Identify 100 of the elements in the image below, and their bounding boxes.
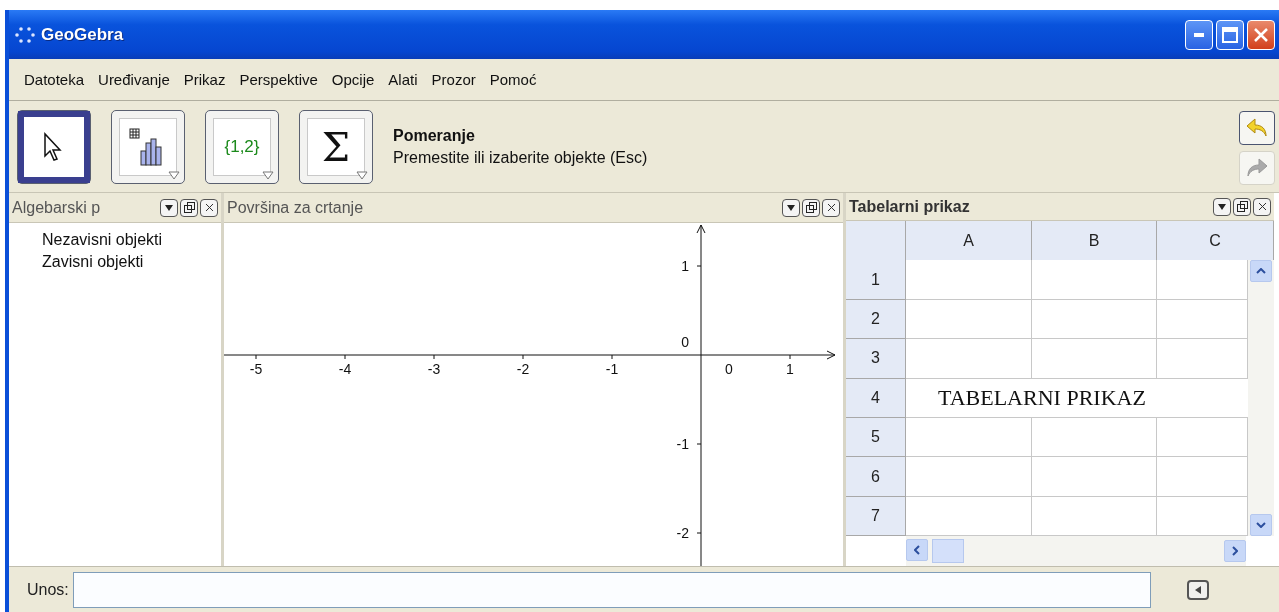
- row-header[interactable]: 7: [846, 496, 906, 537]
- menu-item[interactable]: Uređivanje: [91, 71, 177, 88]
- column-header[interactable]: C: [1157, 221, 1274, 263]
- minimize-button[interactable]: [1185, 19, 1213, 50]
- restore-icon: [183, 202, 195, 213]
- close-button[interactable]: [822, 198, 840, 217]
- maximize-icon: [1222, 26, 1238, 43]
- row-header[interactable]: 4: [846, 378, 906, 418]
- input-label: Unos:: [27, 580, 69, 599]
- close-button[interactable]: [1253, 197, 1271, 216]
- tree-item[interactable]: Zavisni objekti: [9, 251, 221, 273]
- caret-icon: [168, 170, 180, 180]
- table-cell[interactable]: [906, 418, 1032, 458]
- table-cell[interactable]: [1157, 339, 1248, 379]
- table-cell[interactable]: [1032, 260, 1157, 300]
- table-cell[interactable]: [906, 260, 1032, 300]
- menu-item[interactable]: Datoteka: [17, 71, 92, 88]
- table-cell[interactable]: [1157, 299, 1248, 340]
- scroll-right-button[interactable]: [1224, 540, 1246, 563]
- undock-button[interactable]: [1233, 197, 1251, 216]
- tick-label: 1: [681, 258, 689, 274]
- tick-label: 1: [786, 361, 794, 377]
- restore-icon: [1236, 201, 1248, 212]
- undo-button[interactable]: [1239, 111, 1275, 145]
- tick-mark: [611, 354, 613, 360]
- close-icon: [1257, 202, 1267, 211]
- window-title: GeoGebra: [41, 24, 125, 45]
- table-cell[interactable]: [906, 496, 1032, 537]
- close-icon: [204, 203, 214, 212]
- input-field[interactable]: [72, 571, 1151, 608]
- dropdown-button[interactable]: [1213, 197, 1231, 216]
- tool-button[interactable]: [111, 109, 185, 184]
- panel-title: Površina za crtanje: [227, 198, 365, 217]
- close-icon: [826, 203, 836, 212]
- row-header[interactable]: 2: [846, 299, 906, 340]
- triangle-left-icon: [1194, 585, 1201, 594]
- caret-icon: [262, 170, 274, 180]
- table-cell[interactable]: [906, 457, 1032, 497]
- chevron-down-icon: [1256, 522, 1266, 529]
- tool-button[interactable]: {1,2}: [205, 109, 279, 184]
- table-cell[interactable]: [1157, 496, 1248, 537]
- table-cell[interactable]: [1157, 260, 1248, 300]
- menu-item[interactable]: Opcije: [324, 71, 382, 88]
- scroll-down-button[interactable]: [1250, 514, 1272, 537]
- column-header[interactable]: B: [1032, 221, 1157, 263]
- tick-label: 0: [681, 334, 689, 350]
- tree-item[interactable]: Nezavisni objekti: [9, 229, 221, 251]
- tick-mark: [344, 354, 346, 360]
- menu-item[interactable]: Prikaz: [176, 71, 233, 88]
- tick-mark: [696, 532, 702, 534]
- row-header[interactable]: 1: [846, 260, 906, 300]
- tool-button[interactable]: Σ: [299, 109, 373, 184]
- row-header[interactable]: 6: [846, 457, 906, 497]
- redo-icon: [1245, 157, 1269, 179]
- tool-name: Pomeranje: [393, 126, 476, 145]
- chevron-up-icon: [1256, 268, 1266, 275]
- table-cell[interactable]: [1157, 418, 1248, 458]
- chevron-right-icon: [1232, 546, 1238, 557]
- caret-icon: [356, 170, 368, 180]
- menu-item[interactable]: Pomoć: [482, 71, 544, 88]
- row-header[interactable]: 5: [846, 418, 906, 458]
- chevron-left-icon: [914, 545, 920, 556]
- dropdown-button[interactable]: [160, 198, 178, 217]
- table-cell[interactable]: [1157, 457, 1248, 497]
- undo-icon: [1245, 117, 1269, 139]
- undock-button[interactable]: [180, 198, 198, 217]
- scroll-thumb[interactable]: [932, 539, 964, 564]
- panel-title: Tabelarni prikaz: [849, 197, 971, 216]
- row-header[interactable]: 3: [846, 339, 906, 379]
- corner-cell: [846, 221, 906, 263]
- menu-item[interactable]: Alati: [381, 71, 425, 88]
- scroll-up-button[interactable]: [1250, 260, 1272, 283]
- table-cell[interactable]: [1032, 457, 1157, 497]
- tool-button[interactable]: [17, 109, 91, 184]
- panel-title: Algebarski p: [12, 198, 102, 217]
- menu-item[interactable]: Perspektive: [232, 71, 325, 88]
- table-cell[interactable]: [1032, 418, 1157, 458]
- dropdown-button[interactable]: [782, 198, 800, 217]
- keyboard-toggle-button[interactable]: [1186, 579, 1209, 600]
- horizontal-scrollbar[interactable]: [906, 536, 1246, 566]
- table-cell[interactable]: [906, 339, 1032, 379]
- close-button[interactable]: [200, 198, 218, 217]
- close-icon: [1253, 26, 1269, 43]
- dropdown-icon: [1218, 203, 1226, 210]
- table-cell[interactable]: [1032, 339, 1157, 379]
- scroll-left-button[interactable]: [906, 539, 928, 562]
- dropdown-icon: [787, 204, 795, 211]
- column-header[interactable]: A: [906, 221, 1032, 263]
- tick-mark: [433, 354, 435, 360]
- tick-label: -5: [249, 361, 263, 377]
- table-cell[interactable]: [1032, 496, 1157, 537]
- tick-label: -4: [338, 361, 352, 377]
- table-cell[interactable]: [906, 299, 1032, 340]
- table-cell[interactable]: [1032, 299, 1157, 340]
- undock-button[interactable]: [802, 198, 820, 217]
- maximize-button[interactable]: [1216, 19, 1244, 50]
- tick-label: -2: [676, 525, 689, 541]
- vertical-scrollbar[interactable]: [1248, 260, 1274, 537]
- tick-mark: [789, 354, 791, 360]
- menu-item[interactable]: Prozor: [424, 71, 483, 88]
